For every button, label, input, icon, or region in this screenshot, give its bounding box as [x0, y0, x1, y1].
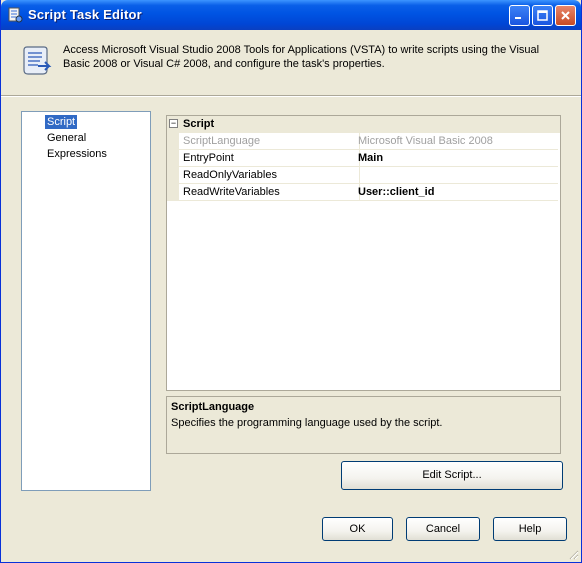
header-panel: Access Microsoft Visual Studio 2008 Tool… [1, 30, 581, 95]
property-grid[interactable]: − Script ScriptLanguage Microsoft Visual… [166, 115, 561, 391]
maximize-button[interactable] [532, 5, 553, 26]
header-description: Access Microsoft Visual Studio 2008 Tool… [63, 44, 540, 70]
nav-item-general[interactable]: General [45, 131, 88, 145]
resize-grip-icon[interactable] [567, 548, 579, 560]
property-row-readonlyvariables[interactable]: ReadOnlyVariables [167, 167, 560, 184]
title-bar[interactable]: Script Task Editor [1, 0, 581, 30]
script-task-editor-window: Script Task Editor Access Microsoft Visu… [0, 0, 582, 563]
edit-script-button[interactable]: Edit Script... [341, 461, 563, 490]
property-row-entrypoint[interactable]: EntryPoint Main [167, 150, 560, 167]
category-row-script[interactable]: − Script [167, 116, 560, 133]
nav-item-expressions[interactable]: Expressions [45, 147, 109, 161]
script-scroll-icon [18, 44, 52, 78]
ok-button[interactable]: OK [322, 517, 393, 541]
window-title: Script Task Editor [28, 7, 142, 22]
nav-item-script[interactable]: Script [45, 115, 78, 129]
script-task-icon [7, 7, 23, 23]
property-value[interactable]: Main [356, 150, 558, 167]
property-value: Microsoft Visual Basic 2008 [356, 133, 558, 150]
description-text: Specifies the programming language used … [171, 417, 443, 429]
page-navigation-list[interactable]: Script General Expressions [21, 111, 151, 491]
property-value[interactable] [356, 167, 558, 184]
property-name: EntryPoint [179, 150, 360, 167]
property-name: ReadWriteVariables [179, 184, 360, 201]
collapse-toggle-icon[interactable]: − [169, 119, 178, 128]
header-divider [1, 95, 581, 97]
description-title: ScriptLanguage [171, 401, 255, 413]
property-name: ScriptLanguage [179, 133, 360, 150]
close-button[interactable] [555, 5, 576, 26]
property-description-panel: ScriptLanguage Specifies the programming… [166, 396, 561, 454]
property-name: ReadOnlyVariables [179, 167, 360, 184]
category-label: Script [183, 118, 215, 130]
property-value[interactable]: User::client_id [356, 184, 558, 201]
cancel-button[interactable]: Cancel [406, 517, 480, 541]
property-row-readwritevariables[interactable]: ReadWriteVariables User::client_id [167, 184, 560, 201]
help-button[interactable]: Help [493, 517, 567, 541]
minimize-button[interactable] [509, 5, 530, 26]
property-row-scriptlanguage[interactable]: ScriptLanguage Microsoft Visual Basic 20… [167, 133, 560, 150]
